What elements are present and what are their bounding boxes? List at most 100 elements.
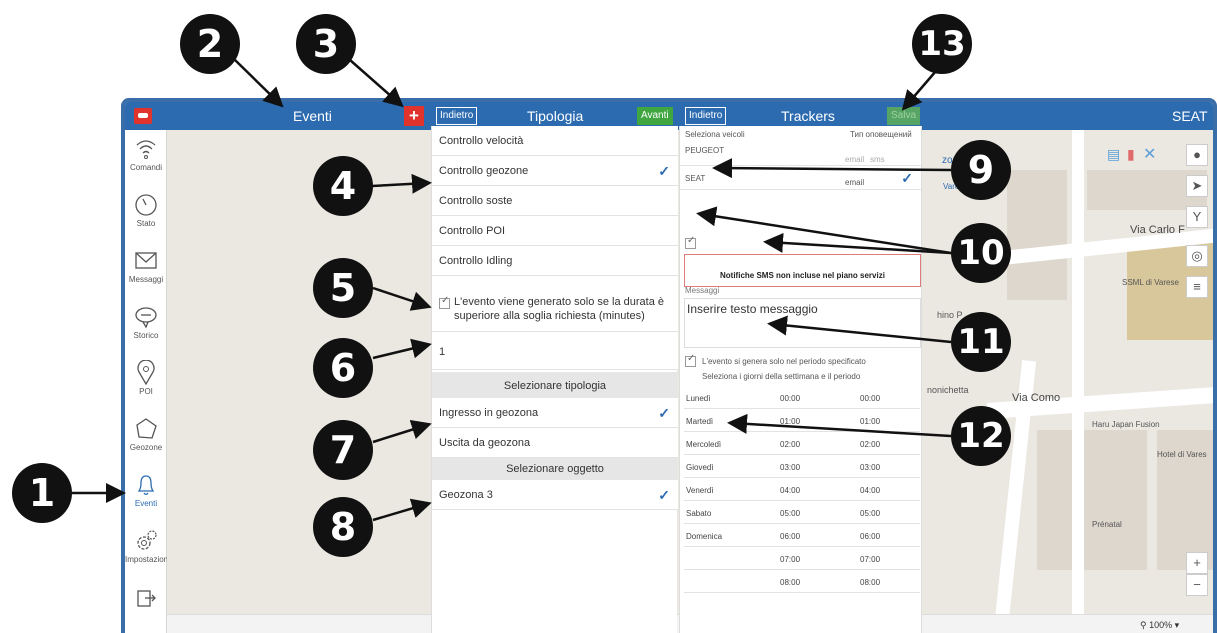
time-from[interactable]: 08:00 <box>780 578 800 587</box>
duration-input[interactable]: 1 <box>432 332 678 370</box>
car-icon[interactable] <box>134 108 152 124</box>
sidebar-item-eventi[interactable]: Eventi <box>125 468 167 524</box>
sidebar-item-poi[interactable]: POI <box>125 356 167 412</box>
zoom-level[interactable]: ⚲ 100% ▾ <box>1140 620 1179 631</box>
traffic-light-icon[interactable]: ≡ <box>1186 276 1208 298</box>
time-to[interactable]: 08:00 <box>860 578 880 587</box>
sidebar-item-storico[interactable]: Storico <box>125 300 167 356</box>
back-button-1[interactable]: Indietro <box>436 107 478 125</box>
event-type-item[interactable]: Controllo soste <box>432 186 678 216</box>
day-label: Martedì <box>686 417 714 426</box>
day-row[interactable]: Giovedì 03:00 03:00 <box>684 455 920 478</box>
time-to[interactable]: 07:00 <box>860 555 880 564</box>
user-icon[interactable]: ● <box>1186 144 1208 166</box>
type-panel: Controllo velocità Controllo geozone ✓ Co… <box>431 126 678 633</box>
event-type-label: Controllo soste <box>439 195 513 207</box>
event-type-label: Controllo geozone <box>439 165 529 177</box>
event-type-label: Controllo POI <box>439 225 506 237</box>
day-label: Venerdì <box>686 486 714 495</box>
time-from[interactable]: 01:00 <box>780 417 800 426</box>
day-label: Sabato <box>686 509 712 518</box>
event-type-item[interactable]: Controllo Idling <box>432 246 678 276</box>
sidebar-label: POI <box>139 387 153 396</box>
messages-label: Messaggi <box>685 286 720 295</box>
day-label: Giovedì <box>686 463 714 472</box>
sidebar: Comandi Stato Messaggi Storico POI Geozo… <box>125 130 170 633</box>
navigate-icon[interactable]: ➤ <box>1186 175 1208 197</box>
sidebar-item-geozone[interactable]: Geozone <box>125 412 167 468</box>
time-from[interactable]: 07:00 <box>780 555 800 564</box>
subtype-item[interactable]: Ingresso in geozona ✓ <box>432 398 678 428</box>
subtype-item[interactable]: Uscita da geozona <box>432 428 678 458</box>
screenshot: Eventi + Indietro Tipologia Avanti Indie… <box>0 0 1217 633</box>
object-item[interactable]: Geozona 3 ✓ <box>432 480 678 510</box>
day-row[interactable]: Martedì 01:00 01:00 <box>684 409 920 432</box>
bell-icon <box>134 472 158 498</box>
sidebar-item-messaggi[interactable]: Messaggi <box>125 244 167 300</box>
vehicle-row[interactable]: SEAT email ✓ <box>680 166 921 190</box>
globe-icon[interactable]: ◎ <box>1186 245 1208 267</box>
close-icon[interactable]: ✕ <box>1143 144 1156 164</box>
duration-checkbox-row[interactable]: L'evento viene generato solo se la durat… <box>432 276 678 332</box>
add-event-button[interactable]: + <box>404 106 424 126</box>
sms-checkbox[interactable] <box>685 235 696 249</box>
day-row[interactable]: Lunedì 00:00 00:00 <box>684 386 920 409</box>
trackers-title: Trackers <box>781 108 835 124</box>
sidebar-item-logout[interactable] <box>125 582 167 633</box>
day-row[interactable]: Sabato 05:00 05:00 <box>684 501 920 524</box>
back-button-2[interactable]: Indietro <box>685 107 727 125</box>
time-from[interactable]: 03:00 <box>780 463 800 472</box>
gear-icon <box>134 528 158 554</box>
period-sub: Seleziona i giorni della settimana e il … <box>702 372 861 381</box>
zoom-out-icon[interactable]: − <box>1186 574 1208 596</box>
time-to[interactable]: 03:00 <box>860 463 880 472</box>
day-row[interactable]: 07:00 07:00 <box>684 547 920 570</box>
day-row[interactable]: Venerdì 04:00 04:00 <box>684 478 920 501</box>
object-label: Geozona 3 <box>439 489 493 501</box>
vehicle-notify-extra: sms <box>870 155 885 164</box>
save-icon[interactable]: ▤ <box>1107 146 1120 163</box>
time-from[interactable]: 00:00 <box>780 394 800 403</box>
save-button[interactable]: Salva <box>887 107 921 125</box>
vehicle-name: SEAT <box>685 174 706 183</box>
time-to[interactable]: 05:00 <box>860 509 880 518</box>
vehicle-row[interactable]: PEUGEOT email sms <box>680 142 921 166</box>
sidebar-label: Impostazioni <box>125 555 170 564</box>
map-label: nonichetta <box>927 385 969 395</box>
day-row[interactable]: 08:00 08:00 <box>684 570 920 593</box>
sidebar-label: Eventi <box>134 499 158 508</box>
callout-5: 5 <box>313 258 373 318</box>
message-textarea[interactable]: Inserire testo messaggio <box>684 298 921 348</box>
time-to[interactable]: 04:00 <box>860 486 880 495</box>
time-to[interactable]: 01:00 <box>860 417 880 426</box>
zoom-in-icon[interactable]: + <box>1186 552 1208 574</box>
time-from[interactable]: 05:00 <box>780 509 800 518</box>
vehicle-notify: email <box>845 178 865 187</box>
day-row[interactable]: Domenica 06:00 06:00 <box>684 524 920 547</box>
time-to[interactable]: 00:00 <box>860 394 880 403</box>
event-type-item[interactable]: Controllo velocità <box>432 126 678 156</box>
event-type-label: Controllo Idling <box>439 255 513 267</box>
period-checkbox[interactable] <box>685 353 696 367</box>
duration-checkbox[interactable] <box>439 295 450 309</box>
time-from[interactable]: 02:00 <box>780 440 800 449</box>
sidebar-item-impostazioni[interactable]: Impostazioni <box>125 524 170 580</box>
sidebar-item-stato[interactable]: Stato <box>125 188 167 244</box>
zoom-level-text: 100% <box>1149 620 1173 630</box>
filter-icon[interactable]: Y <box>1186 206 1208 228</box>
eventi-title: Eventi <box>293 108 332 124</box>
trash-icon[interactable]: ▮ <box>1127 146 1135 163</box>
event-type-item[interactable]: Controllo POI <box>432 216 678 246</box>
day-row[interactable]: Mercoledì 02:00 02:00 <box>684 432 920 455</box>
event-type-item[interactable]: Controllo geozone ✓ <box>432 156 678 186</box>
callout-4: 4 <box>313 156 373 216</box>
duration-value: 1 <box>439 346 446 358</box>
time-from[interactable]: 06:00 <box>780 532 800 541</box>
time-to[interactable]: 02:00 <box>860 440 880 449</box>
next-button[interactable]: Avanti <box>637 107 673 125</box>
time-from[interactable]: 04:00 <box>780 486 800 495</box>
notify-header: Тип оповещений <box>850 130 912 139</box>
map-label: SSML di Varese <box>1122 278 1179 287</box>
time-to[interactable]: 06:00 <box>860 532 880 541</box>
sidebar-item-comandi[interactable]: Comandi <box>125 132 167 188</box>
